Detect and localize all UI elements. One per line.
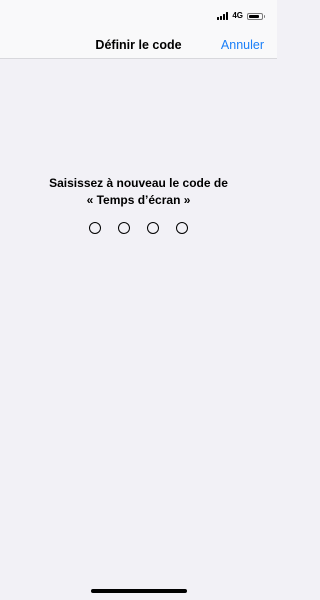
status-bar: 4G: [217, 10, 265, 22]
network-type: 4G: [232, 11, 243, 20]
prompt-line-2: « Temps d’écran »: [86, 193, 191, 207]
passcode-dot: [118, 222, 130, 234]
passcode-dots[interactable]: [0, 222, 277, 234]
battery-icon: [247, 12, 265, 20]
cancel-button[interactable]: Annuler: [221, 38, 264, 52]
cellular-signal-icon: [217, 12, 229, 20]
passcode-dot: [176, 222, 188, 234]
battery-level: [249, 14, 259, 18]
prompt-line-1: Saisissez à nouveau le code de: [49, 176, 228, 190]
top-bar: 4G Définir le code Annuler: [0, 0, 277, 59]
passcode-dot: [147, 222, 159, 234]
home-indicator[interactable]: [90, 589, 187, 593]
passcode-prompt: Saisissez à nouveau le code de « Temps d…: [20, 175, 257, 209]
passcode-dot: [89, 222, 101, 234]
